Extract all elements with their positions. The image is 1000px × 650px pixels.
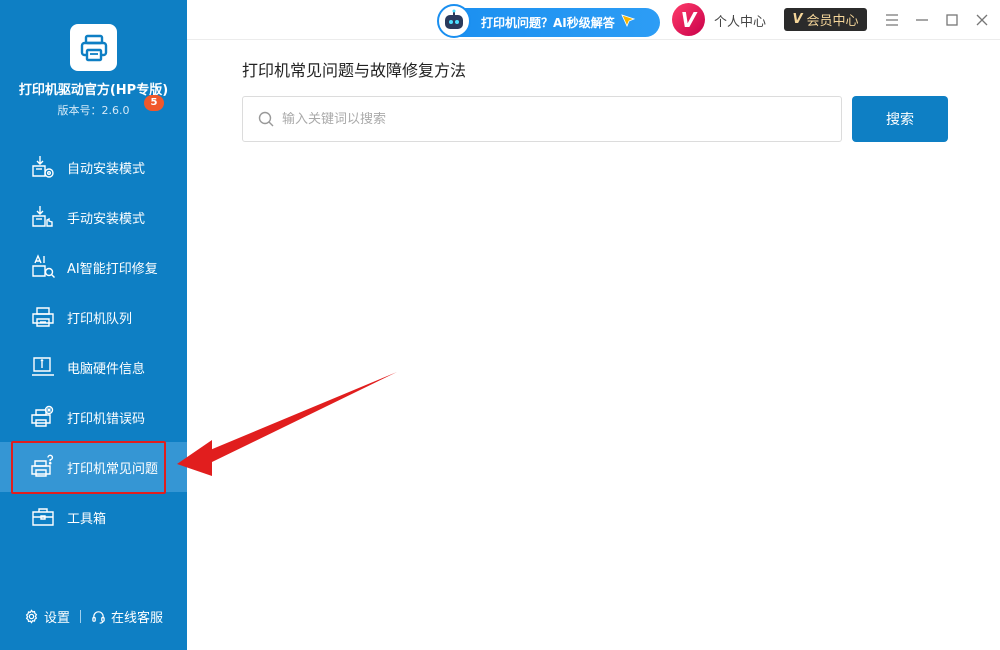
settings-label: 设置 <box>43 610 70 626</box>
topbar: 打印机问题？AI秒级解答 V 个人中心 V 会员中心 <box>187 0 1000 40</box>
printer-error-icon <box>30 404 56 430</box>
sidebar-item-printer-error[interactable]: 打印机错误码 <box>0 392 187 442</box>
settings-link[interactable]: 设置 <box>24 607 70 626</box>
sidebar-item-label: 电脑硬件信息 <box>67 361 146 377</box>
maximize-icon[interactable] <box>943 11 961 29</box>
sidebar-item-hardware-info[interactable]: 电脑硬件信息 <box>0 342 187 392</box>
app-logo <box>70 24 117 71</box>
sidebar-item-label: 自动安装模式 <box>67 161 146 177</box>
printer-logo-icon <box>80 34 107 61</box>
online-service-link[interactable]: 在线客服 <box>91 607 163 626</box>
menu-icon[interactable] <box>883 11 901 29</box>
member-center-label: 会员中心 <box>806 14 859 29</box>
cursor-icon <box>621 14 635 31</box>
sidebar-item-label: 打印机常见问题 <box>67 461 159 477</box>
sidebar-item-manual-install[interactable]: 手动安装模式 <box>0 192 187 242</box>
printer-faq-icon <box>30 454 56 480</box>
search-button[interactable]: 搜索 <box>852 96 948 142</box>
ai-pill-label: 打印机问题？AI秒级解答 <box>481 16 615 30</box>
sidebar-item-label: AI智能打印修复 <box>67 261 158 277</box>
sidebar-item-label: 打印机队列 <box>67 311 133 327</box>
vip-avatar[interactable]: V <box>672 3 705 36</box>
sidebar: 打印机驱动官方(HP专版) 版本号：2.6.0 自动安装模式 手动安装模式 AI… <box>0 0 187 650</box>
page-title: 打印机常见问题与故障修复方法 <box>242 61 467 80</box>
robot-icon <box>437 3 471 38</box>
sidebar-item-printer-faq[interactable]: 打印机常见问题 <box>0 442 187 492</box>
sidebar-item-printer-queue[interactable]: 打印机队列 <box>0 292 187 342</box>
gear-icon <box>25 608 38 624</box>
sidebar-item-label: 手动安装模式 <box>67 211 146 227</box>
close-icon[interactable] <box>973 11 991 29</box>
sidebar-nav: 自动安装模式 手动安装模式 AI智能打印修复 打印机队列 电脑硬件信息 打印机错… <box>0 142 187 542</box>
ai-answer-button[interactable]: 打印机问题？AI秒级解答 <box>437 3 660 38</box>
manual-install-icon <box>30 204 56 230</box>
hardware-info-icon <box>30 354 56 380</box>
sidebar-item-toolbox[interactable]: 工具箱 <box>0 492 187 542</box>
minimize-icon[interactable] <box>913 11 931 29</box>
search-icon <box>258 111 274 127</box>
sidebar-item-auto-install[interactable]: 自动安装模式 <box>0 142 187 192</box>
member-center-button[interactable]: V 会员中心 <box>784 8 867 31</box>
search-input[interactable] <box>282 111 822 127</box>
sidebar-item-label: 打印机错误码 <box>67 411 146 427</box>
printer-queue-icon <box>30 304 56 330</box>
sidebar-item-label: 工具箱 <box>67 511 107 527</box>
footer-divider <box>80 609 81 623</box>
personal-center-link[interactable]: 个人中心 <box>714 11 766 30</box>
toolbox-icon <box>30 504 56 530</box>
vip-badge-icon: V <box>792 12 803 27</box>
sidebar-item-ai-repair[interactable]: AI智能打印修复 <box>0 242 187 292</box>
ai-repair-badge: 5 <box>144 95 164 111</box>
headset-icon <box>92 610 105 624</box>
ai-repair-icon <box>30 254 56 280</box>
search-box <box>242 96 842 142</box>
auto-install-icon <box>30 154 56 180</box>
online-service-label: 在线客服 <box>111 610 164 626</box>
sidebar-footer: 设置 在线客服 <box>0 604 187 628</box>
